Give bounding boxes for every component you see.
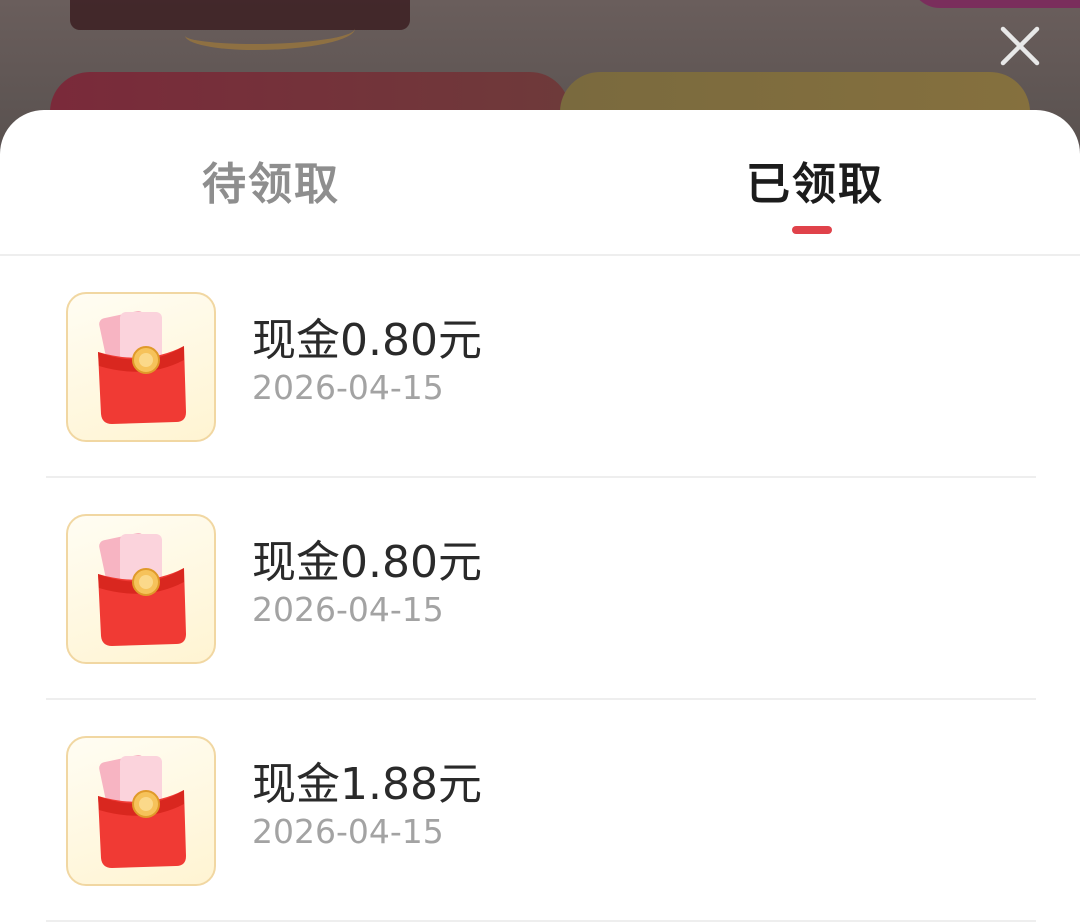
close-icon <box>1000 26 1040 66</box>
red-envelope-thumbnail <box>66 514 216 664</box>
tab-pending[interactable]: 待领取 <box>202 148 340 212</box>
close-button[interactable] <box>998 24 1042 68</box>
red-envelope-thumbnail <box>66 292 216 442</box>
list-item: 现金0.80元 2026-04-15 <box>46 256 1036 478</box>
red-envelope-thumbnail <box>66 736 216 886</box>
record-title: 现金1.88元 <box>252 759 482 810</box>
records-sheet: 待领取 已领取 现金0.80元 2026-04-15 现金0.80元 2026-… <box>0 110 1080 924</box>
background-corner-graphic <box>910 0 1080 8</box>
reward-records-page: 待领取 已领取 现金0.80元 2026-04-15 现金0.80元 2026-… <box>0 0 1080 924</box>
claimed-records-list: 现金0.80元 2026-04-15 现金0.80元 2026-04-15 现金… <box>0 256 1080 922</box>
tab-claimed[interactable]: 已领取 <box>746 148 884 212</box>
record-date: 2026-04-15 <box>252 368 444 407</box>
list-item: 现金1.88元 2026-04-15 <box>46 700 1036 922</box>
red-envelope-icon <box>98 311 186 424</box>
red-envelope-icon <box>98 533 186 646</box>
red-envelope-icon <box>98 755 186 868</box>
active-tab-indicator <box>792 226 832 234</box>
record-date: 2026-04-15 <box>252 812 444 851</box>
record-title: 现金0.80元 <box>252 537 482 588</box>
tab-bar: 待领取 已领取 <box>0 110 1080 256</box>
list-item: 现金0.80元 2026-04-15 <box>46 478 1036 700</box>
record-title: 现金0.80元 <box>252 315 482 366</box>
record-date: 2026-04-15 <box>252 590 444 629</box>
